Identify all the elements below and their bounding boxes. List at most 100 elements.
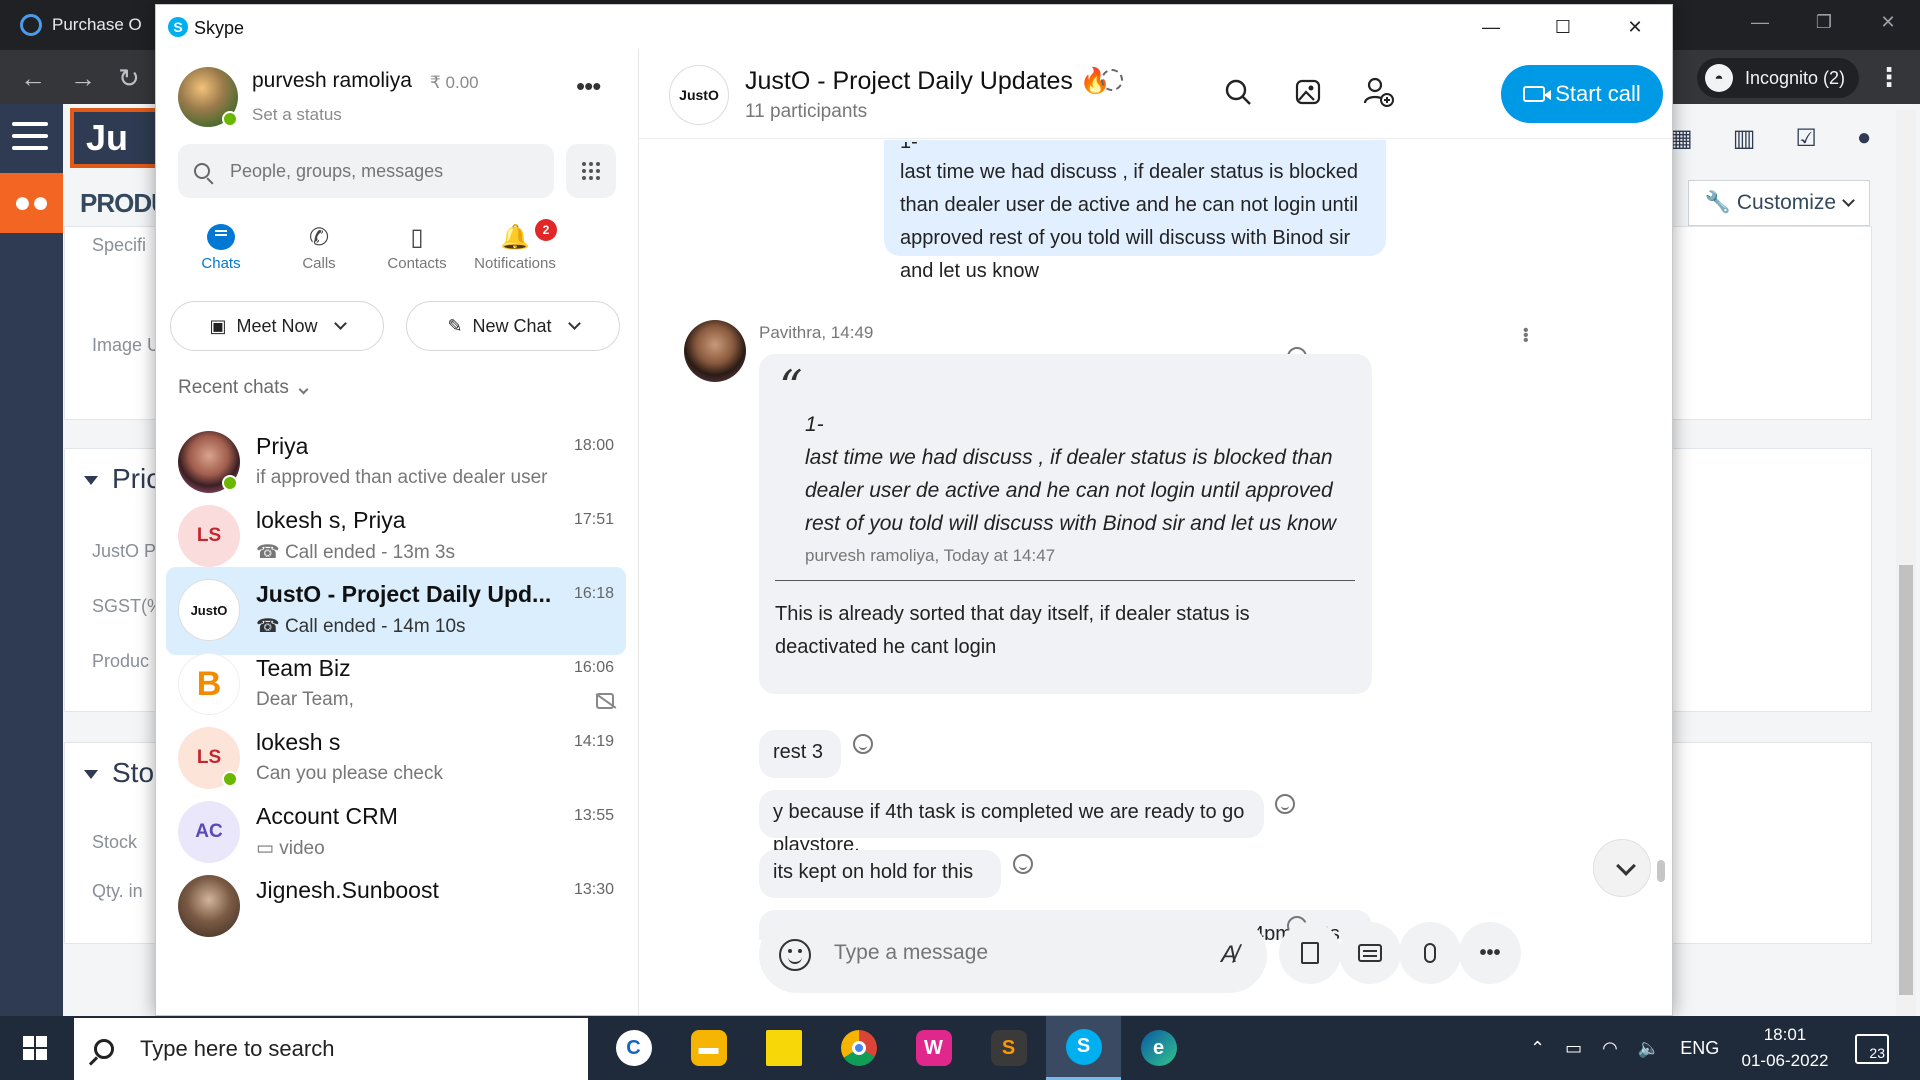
more-actions-button[interactable]: •••	[1459, 922, 1521, 984]
reload-icon[interactable]: ↻	[118, 63, 140, 94]
message-line: 1-	[900, 142, 918, 153]
user-icon[interactable]: ●	[1857, 124, 1872, 153]
dialpad-button[interactable]	[566, 144, 616, 198]
search-in-chat-button[interactable]	[1221, 75, 1255, 109]
taskbar-app-ccleaner[interactable]: C	[596, 1016, 671, 1080]
taskbar-app-sticky-notes[interactable]	[746, 1016, 821, 1080]
add-reaction-icon[interactable]	[853, 734, 873, 754]
volume-icon[interactable]: 🔈	[1638, 1038, 1660, 1059]
format-text-icon[interactable]: A̸	[1221, 941, 1237, 969]
taskbar-app-chrome[interactable]	[821, 1016, 896, 1080]
forward-arrow-icon[interactable]: →	[70, 63, 96, 94]
add-participant-button[interactable]	[1361, 75, 1395, 109]
browser-close-icon[interactable]: ✕	[1856, 0, 1920, 44]
search-input[interactable]	[230, 160, 530, 182]
voice-message-button[interactable]	[1399, 922, 1461, 984]
page-scrollbar[interactable]	[1896, 110, 1916, 1016]
taskbar-apps: C ▬ W S S e	[596, 1016, 1196, 1080]
browser-restore-icon[interactable]: ❐	[1792, 0, 1856, 44]
emoji-icon[interactable]	[779, 939, 811, 971]
taskbar-app-explorer[interactable]: ▬	[671, 1016, 746, 1080]
taskbar-search[interactable]: Type here to search	[74, 1018, 588, 1080]
clock[interactable]: 18:01 01-06-2022	[1740, 1022, 1830, 1074]
customize-button[interactable]: 🔧 Customize	[1688, 180, 1870, 226]
back-arrow-icon[interactable]: ←	[20, 63, 46, 94]
section-pricing[interactable]: Pric	[84, 463, 160, 495]
set-status-link[interactable]: Set a status	[252, 105, 342, 125]
message-bubble[interactable]: rest 3	[759, 730, 841, 778]
gallery-button[interactable]	[1291, 75, 1325, 109]
message-input[interactable]	[834, 941, 1194, 965]
message-more-icon[interactable]: • • •	[1523, 323, 1529, 349]
tab-contacts[interactable]: ▯ Contacts	[362, 219, 472, 273]
profile-balance[interactable]: ₹ 0.00	[430, 73, 479, 93]
share-contact-button[interactable]	[1339, 922, 1401, 984]
add-reaction-icon[interactable]	[1275, 794, 1295, 814]
browser-minimize-icon[interactable]: —	[1728, 0, 1792, 44]
browser-menu-icon[interactable]: ⋮	[1876, 62, 1902, 93]
language-indicator[interactable]: ENG	[1680, 1038, 1719, 1059]
browser-tab[interactable]: Purchase O	[20, 8, 142, 42]
participants-count[interactable]: 11 participants	[745, 101, 867, 123]
message-bubble[interactable]: y because if 4th task is completed we ar…	[759, 790, 1264, 856]
start-call-button[interactable]: Start call	[1501, 65, 1663, 123]
skype-logo-icon: S	[168, 17, 188, 37]
share-file-button[interactable]	[1279, 922, 1341, 984]
battery-icon[interactable]: ▭	[1565, 1038, 1582, 1059]
call-ended-icon: ☎	[256, 542, 285, 563]
taskbar-app-edge[interactable]: e	[1121, 1016, 1196, 1080]
contacts-icon: ▯	[410, 223, 424, 251]
chevron-down-icon[interactable]	[567, 317, 581, 330]
own-message[interactable]: 1- last time we had discuss , if dealer …	[884, 140, 1386, 282]
tab-calls[interactable]: ✆ Calls	[264, 219, 374, 273]
conversation-title[interactable]: JustO - Project Daily Updates 🔥	[745, 67, 1111, 96]
chat-preview: ▭ video	[256, 838, 325, 859]
more-options-icon[interactable]: •••	[576, 71, 601, 102]
people-search[interactable]	[178, 144, 554, 198]
field-label: Stock	[92, 832, 138, 852]
app-sidebar-users-icon[interactable]: ●●	[0, 173, 63, 233]
message-scrollbar-thumb[interactable]	[1657, 860, 1665, 882]
bar-chart-icon[interactable]: ▥	[1733, 124, 1756, 153]
taskbar-app-winamp[interactable]: W	[896, 1016, 971, 1080]
chat-item-jignesh[interactable]: Jignesh.Sunboost 13:30	[166, 863, 626, 951]
profile-avatar[interactable]	[178, 67, 238, 127]
maximize-button[interactable]: ☐	[1528, 5, 1598, 49]
chevron-down-icon[interactable]	[333, 317, 347, 330]
gear-icon[interactable]	[1101, 69, 1123, 91]
close-button[interactable]: ✕	[1600, 5, 1670, 49]
message-bubble[interactable]: its kept on hold for this	[759, 850, 1001, 898]
taskbar-app-skype[interactable]: S	[1046, 1016, 1121, 1080]
app-icon: W	[915, 1030, 952, 1066]
recent-chats-dropdown[interactable]: Recent chats	[178, 377, 309, 399]
scroll-to-bottom-button[interactable]	[1593, 839, 1651, 897]
wifi-icon[interactable]: ◠	[1602, 1038, 1618, 1059]
customize-label: Customize	[1736, 191, 1837, 214]
tab-notifications[interactable]: 🔔 Notifications 2	[460, 219, 570, 272]
taskbar-app-sublime[interactable]: S	[971, 1016, 1046, 1080]
incognito-indicator[interactable]: ◓ Incognito (2)	[1697, 58, 1860, 98]
search-icon	[1225, 79, 1251, 105]
skype-sidebar: purvesh ramoliya ₹ 0.00 Set a status •••…	[156, 49, 639, 1015]
quote-bubble[interactable]: “ 1- last time we had discuss , if deale…	[759, 354, 1372, 694]
dialpad-icon	[582, 162, 600, 180]
tab-chats[interactable]: Chats	[166, 219, 276, 272]
meet-now-button[interactable]: ▣ Meet Now	[170, 301, 384, 351]
section-stock[interactable]: Sto	[84, 757, 154, 789]
hamburger-menu-icon[interactable]	[12, 122, 48, 150]
profile-name[interactable]: purvesh ramoliya	[252, 69, 412, 93]
chat-name: Team Biz	[256, 655, 351, 681]
start-button[interactable]	[0, 1016, 70, 1080]
chevron-up-icon[interactable]: ⌃	[1530, 1038, 1545, 1059]
group-avatar[interactable]: JustO	[669, 65, 729, 125]
sender-avatar[interactable]	[684, 320, 746, 382]
notification-center-icon[interactable]: 23	[1855, 1034, 1889, 1064]
message-composer[interactable]: A̸	[759, 917, 1267, 993]
add-reaction-icon[interactable]	[1013, 854, 1033, 874]
checkbox-icon[interactable]: ☑	[1795, 124, 1817, 153]
new-chat-button[interactable]: ✎ New Chat	[406, 301, 620, 351]
minimize-button[interactable]: —	[1456, 5, 1526, 49]
quote-mark-icon: “	[779, 360, 803, 414]
field-label: Produc	[92, 651, 150, 671]
calendar-icon[interactable]: ▦	[1670, 124, 1693, 153]
